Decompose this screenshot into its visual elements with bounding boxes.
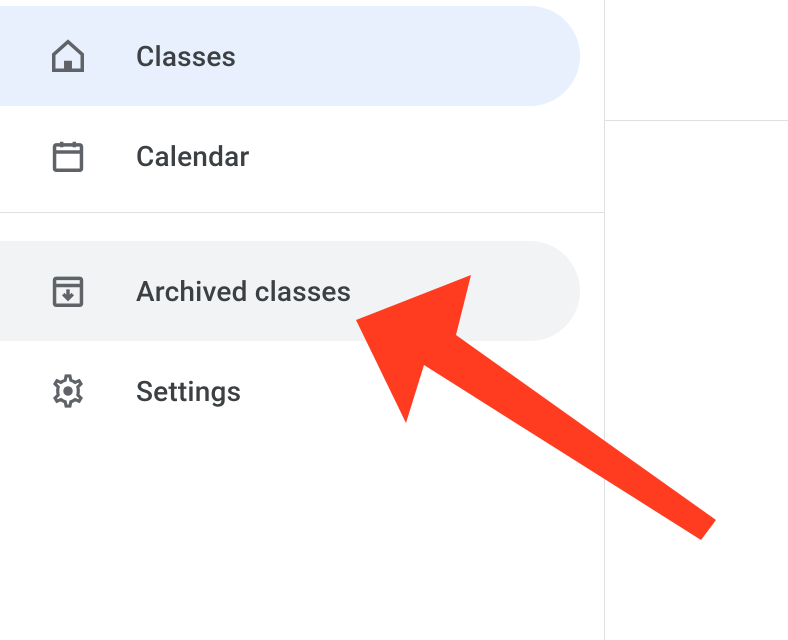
nav-section-top: Classes Calendar xyxy=(0,0,604,212)
sidebar-item-calendar[interactable]: Calendar xyxy=(0,106,580,206)
sidebar: Classes Calendar xyxy=(0,0,605,640)
archive-icon xyxy=(48,271,88,311)
sidebar-item-archived-classes[interactable]: Archived classes xyxy=(0,241,580,341)
sidebar-item-label: Settings xyxy=(136,375,241,408)
main-content-area xyxy=(605,0,788,640)
sidebar-item-label: Classes xyxy=(136,40,236,73)
home-icon xyxy=(48,36,88,76)
sidebar-item-label: Calendar xyxy=(136,140,249,173)
gear-icon xyxy=(48,371,88,411)
calendar-icon xyxy=(48,136,88,176)
sidebar-item-classes[interactable]: Classes xyxy=(0,6,580,106)
nav-section-bottom: Archived classes Settings xyxy=(0,212,604,441)
sidebar-item-label: Archived classes xyxy=(136,275,351,308)
app-container: Classes Calendar xyxy=(0,0,788,640)
sidebar-item-settings[interactable]: Settings xyxy=(0,341,580,441)
